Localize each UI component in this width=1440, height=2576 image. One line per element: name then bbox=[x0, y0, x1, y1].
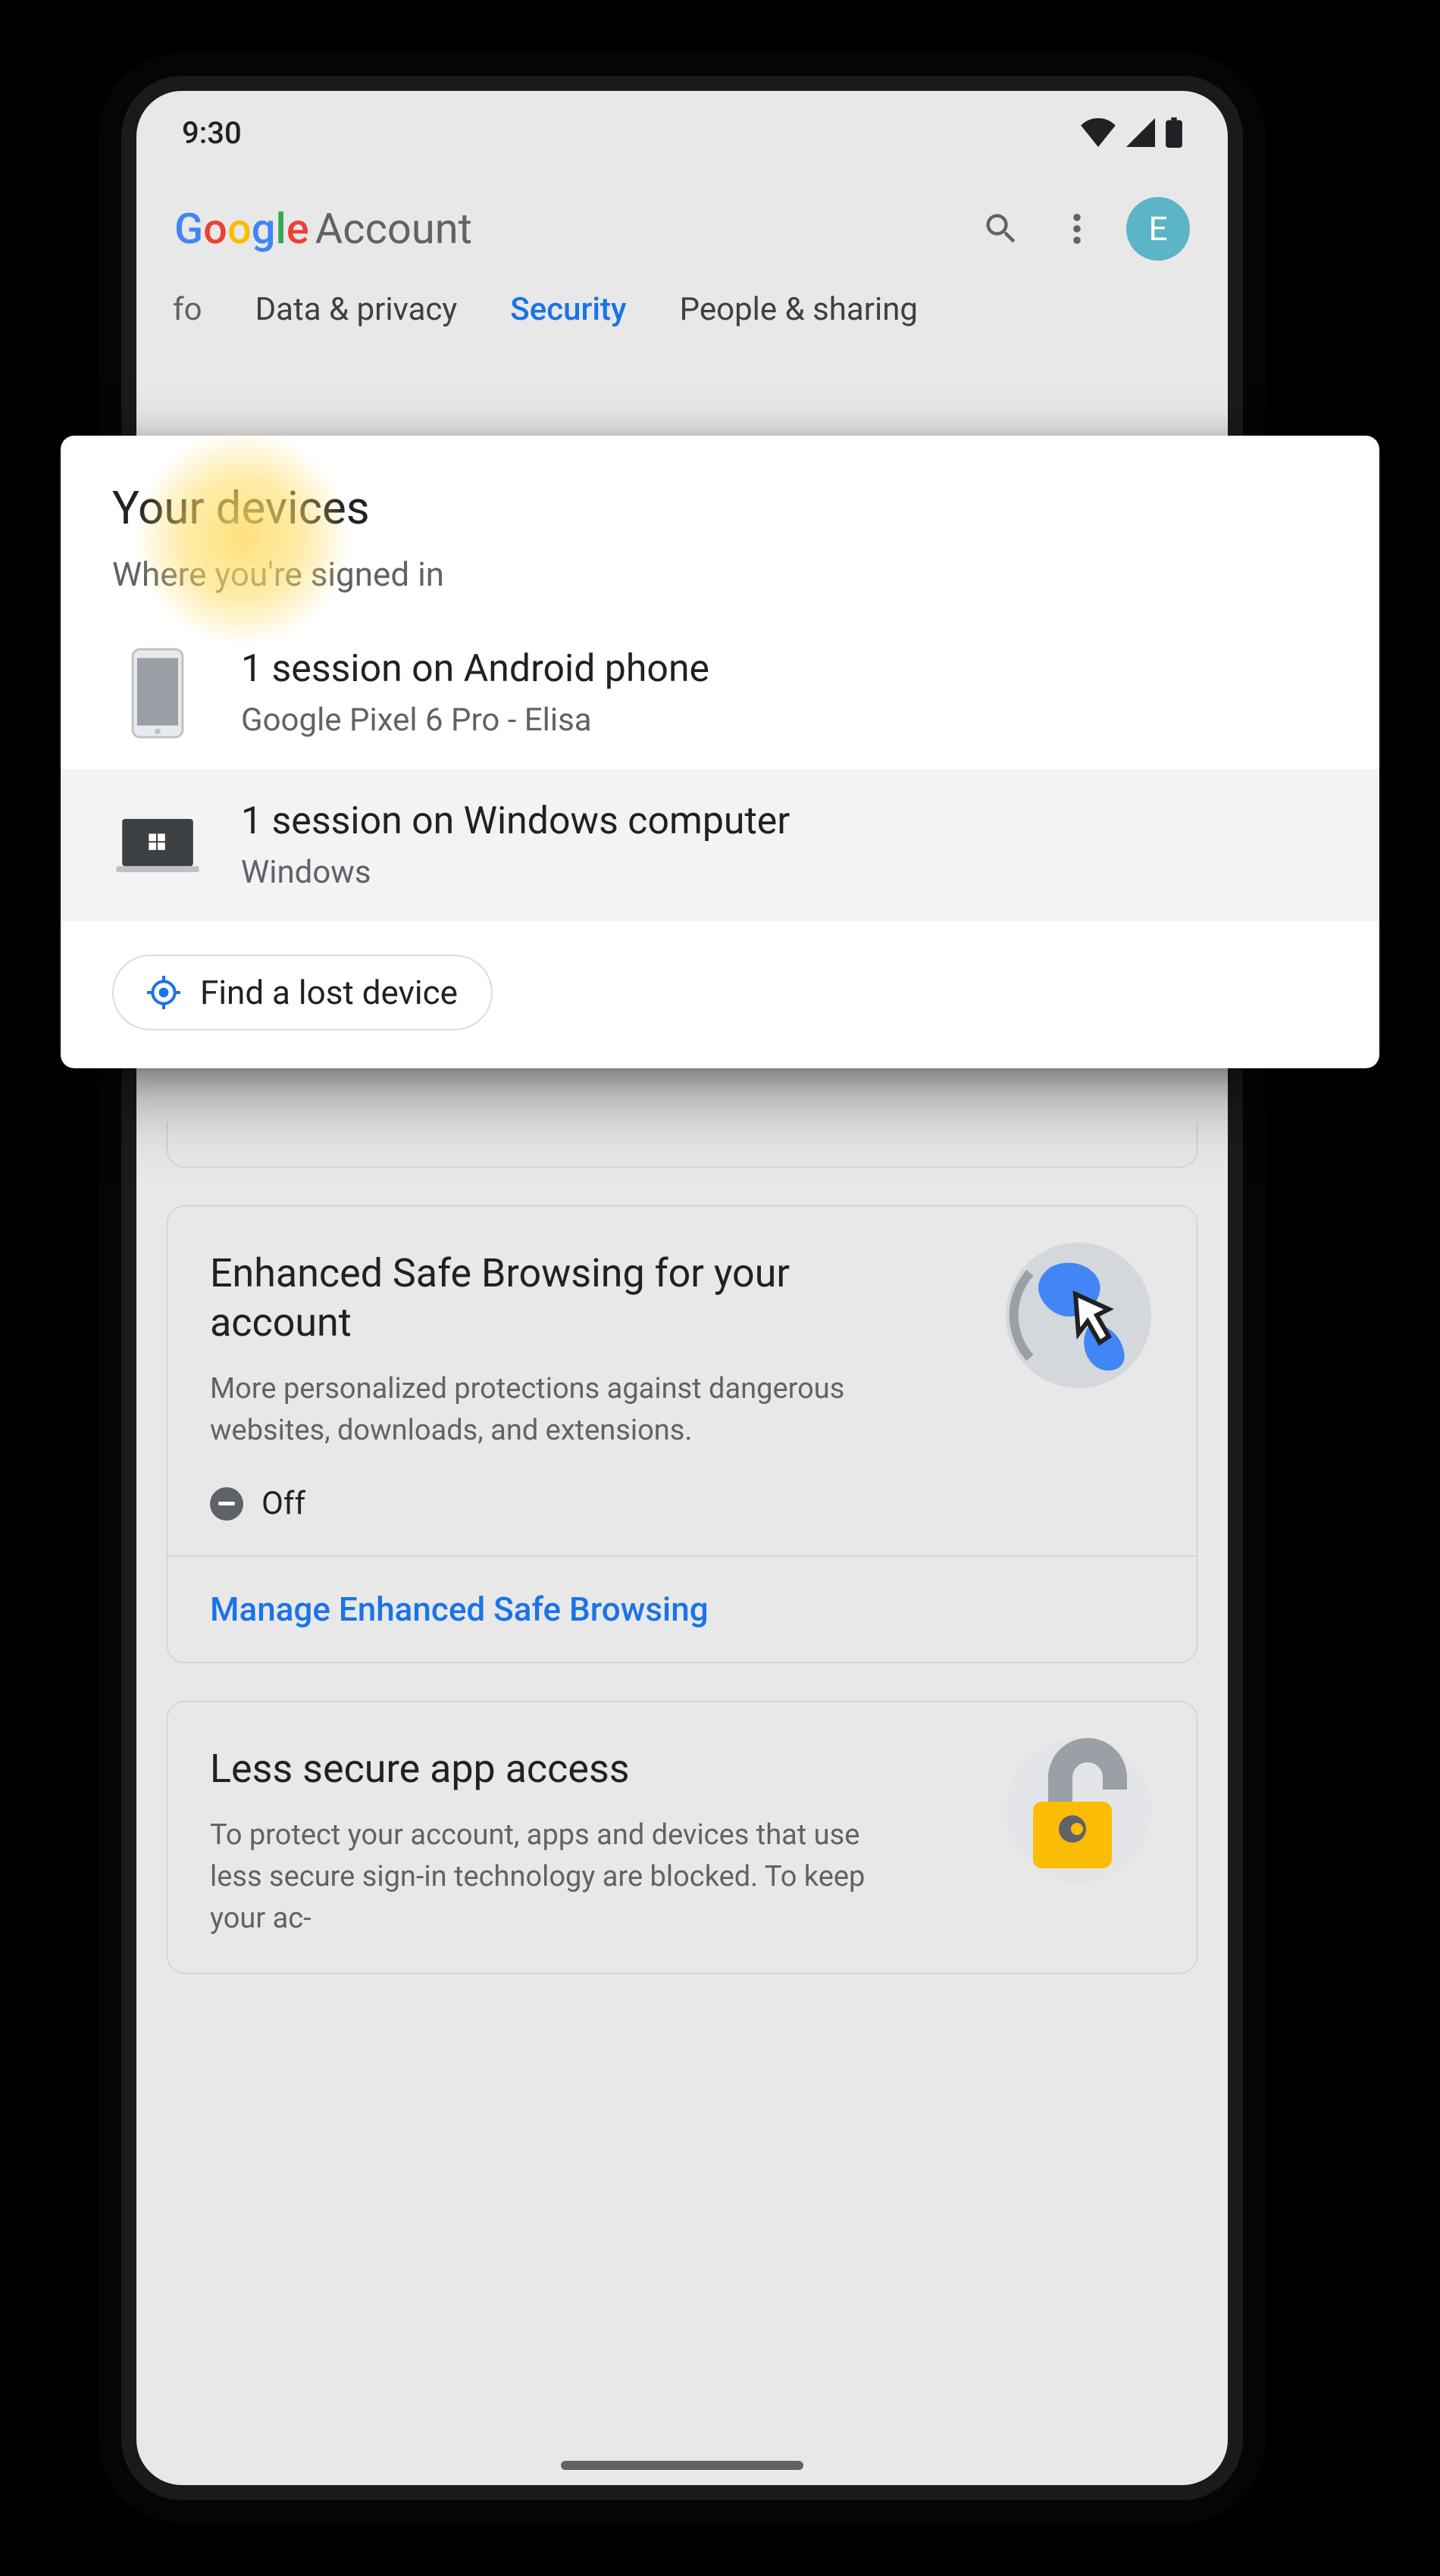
battery-icon bbox=[1166, 117, 1182, 148]
esb-footer[interactable]: Manage Enhanced Safe Browsing bbox=[167, 1555, 1197, 1662]
cell-signal-icon bbox=[1126, 118, 1155, 147]
tab-data-privacy[interactable]: Data & privacy bbox=[255, 291, 458, 334]
app-bar: Google Account E bbox=[136, 174, 1228, 283]
popup-title: Your devices bbox=[112, 481, 1328, 535]
account-label: Account bbox=[315, 204, 472, 254]
your-devices-popup: Your devices Where you're signed in 1 se… bbox=[61, 436, 1379, 1068]
card-less-secure-app-access: Less secure app access To protect your a… bbox=[167, 1701, 1197, 1974]
device-android-title: 1 session on Android phone bbox=[241, 647, 709, 691]
esb-status-row: Off bbox=[210, 1485, 1154, 1522]
gesture-bar bbox=[561, 2461, 803, 2470]
wifi-icon bbox=[1081, 118, 1116, 147]
status-time: 9:30 bbox=[182, 115, 242, 151]
card-enhanced-safe-browsing: Enhanced Safe Browsing for your account … bbox=[167, 1205, 1197, 1663]
tab-security[interactable]: Security bbox=[510, 291, 626, 334]
status-icons bbox=[1081, 117, 1182, 148]
avatar-initial: E bbox=[1148, 209, 1167, 249]
tab-personal-info-partial[interactable]: fo bbox=[173, 291, 202, 334]
esb-title: Enhanced Safe Browsing for your account bbox=[210, 1249, 919, 1347]
phone-device-icon bbox=[112, 648, 203, 739]
tab-bar: fo Data & privacy Security People & shar… bbox=[136, 283, 1228, 357]
device-row-android[interactable]: 1 session on Android phone Google Pixel … bbox=[61, 617, 1379, 769]
device-android-sub: Google Pixel 6 Pro - Elisa bbox=[241, 702, 709, 739]
more-vert-icon[interactable] bbox=[1050, 202, 1103, 255]
card-truncated-above bbox=[167, 1122, 1197, 1168]
search-icon[interactable] bbox=[975, 202, 1028, 255]
avatar[interactable]: E bbox=[1126, 197, 1190, 261]
google-account-logo: Google Account bbox=[174, 204, 472, 254]
esb-desc: More personalized protections against da… bbox=[210, 1368, 890, 1452]
device-windows-sub: Windows bbox=[241, 854, 790, 891]
tab-people-sharing[interactable]: People & sharing bbox=[680, 291, 918, 334]
find-lost-device-label: Find a lost device bbox=[200, 973, 458, 1012]
popup-subtitle: Where you're signed in bbox=[112, 555, 1328, 594]
unlocked-padlock-icon bbox=[1003, 1735, 1154, 1887]
status-bar: 9:30 bbox=[136, 91, 1228, 174]
minus-circle-icon bbox=[210, 1487, 243, 1521]
find-lost-device-button[interactable]: Find a lost device bbox=[112, 955, 493, 1030]
device-windows-title: 1 session on Windows computer bbox=[241, 799, 790, 843]
globe-cursor-icon bbox=[1003, 1240, 1154, 1391]
device-row-windows[interactable]: 1 session on Windows computer Windows bbox=[61, 769, 1379, 921]
target-icon bbox=[147, 976, 180, 1009]
lsa-title: Less secure app access bbox=[210, 1744, 919, 1793]
esb-manage-link[interactable]: Manage Enhanced Safe Browsing bbox=[210, 1590, 709, 1629]
lsa-desc: To protect your account, apps and device… bbox=[210, 1815, 890, 1940]
esb-status-label: Off bbox=[261, 1485, 305, 1522]
laptop-device-icon bbox=[112, 816, 203, 875]
